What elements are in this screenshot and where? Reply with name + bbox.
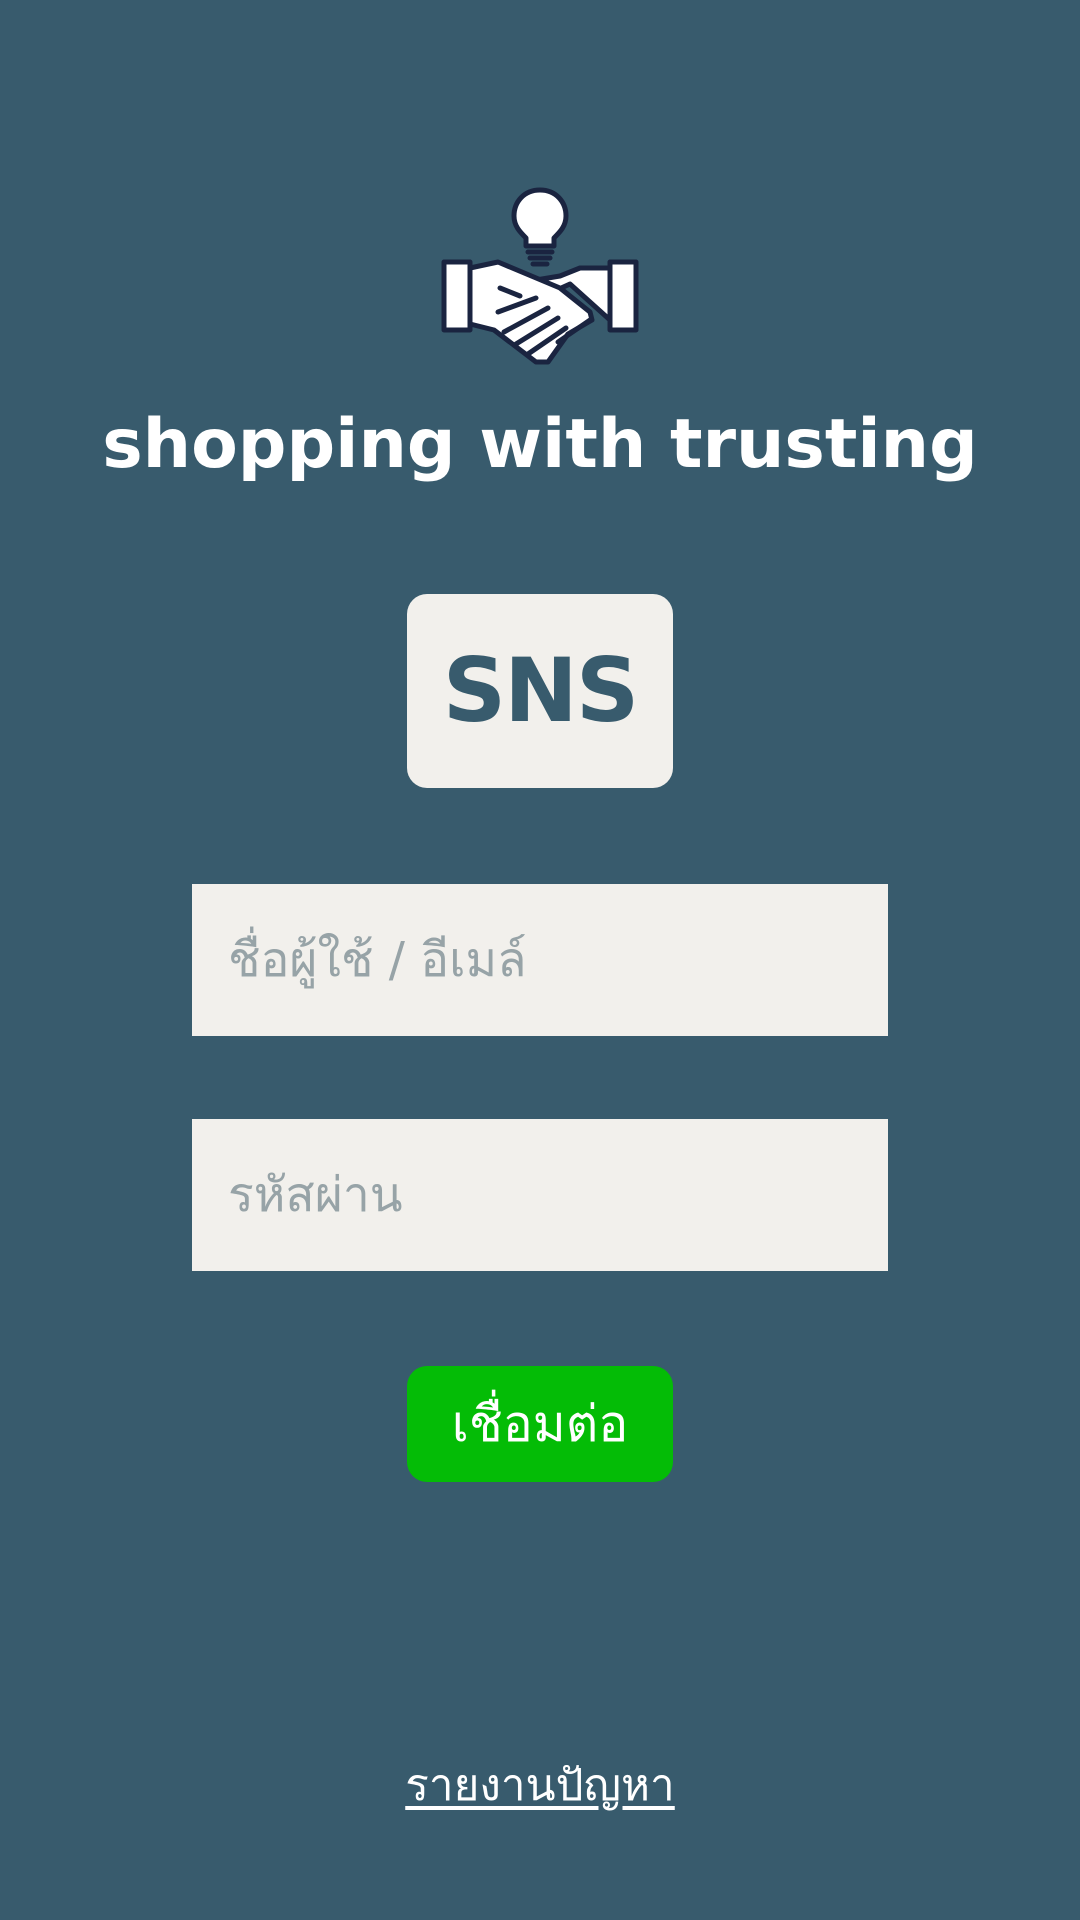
sns-login-button[interactable]: SNS <box>407 594 673 788</box>
report-problem-link[interactable]: รายงานปัญหา <box>0 1754 1080 1818</box>
connect-button[interactable]: เชื่อมต่อ <box>407 1366 673 1482</box>
password-field[interactable] <box>192 1119 888 1271</box>
username-email-field[interactable] <box>192 884 888 1036</box>
sns-button-label: SNS <box>442 639 639 742</box>
handshake-lightbulb-icon <box>440 184 640 369</box>
app-title: shopping with trusting <box>102 405 978 484</box>
